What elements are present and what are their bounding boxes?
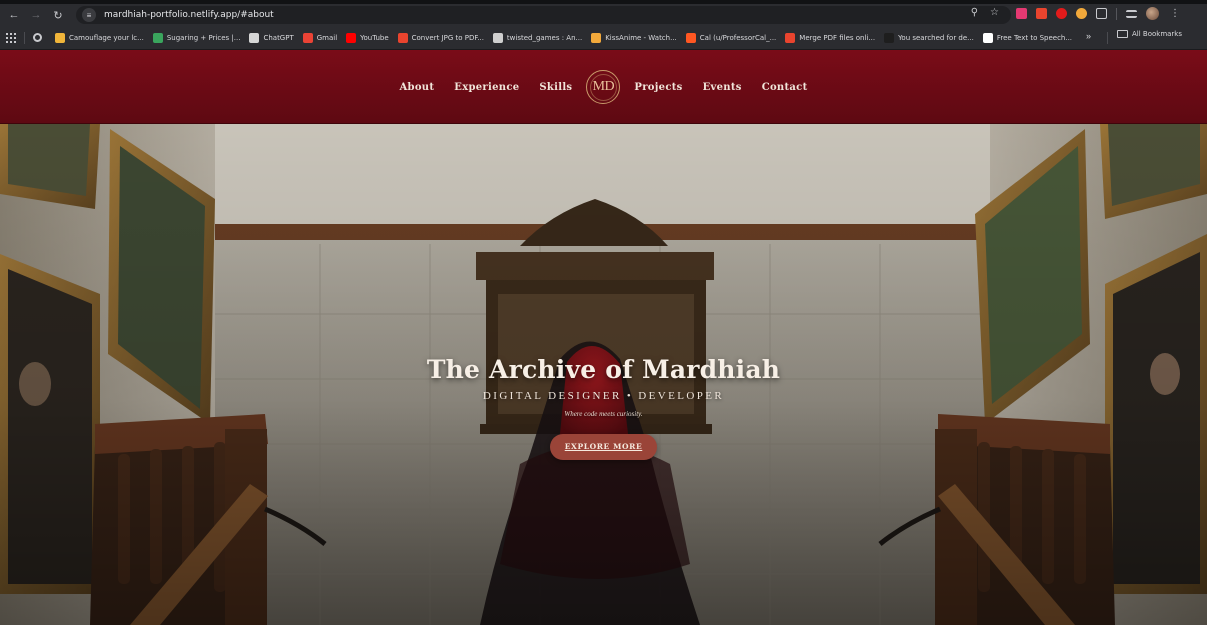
bookmark-favicon-icon: [302, 32, 313, 43]
bookmark-item[interactable]: Sugaring + Prices |...: [152, 32, 241, 43]
bookmark-favicon-icon: [884, 32, 895, 43]
zoom-icon[interactable]: ⚲: [971, 7, 978, 18]
bookmark-favicon-icon: [152, 32, 163, 43]
bookmarks-overflow-button[interactable]: »: [1086, 31, 1091, 41]
browser-toolbar: ← → ↻ ≡ mardhiah-portfolio.netlify.app/#…: [0, 4, 1207, 26]
bookmark-label: KissAnime - Watch...: [605, 33, 677, 42]
bookmark-favicon-icon: [492, 32, 503, 43]
url-text[interactable]: mardhiah-portfolio.netlify.app/#about: [104, 10, 274, 20]
forward-arrow-icon[interactable]: →: [28, 7, 44, 23]
extensions-puzzle-icon[interactable]: [1096, 8, 1107, 19]
logo-monogram: MD: [592, 79, 615, 94]
bookmark-label: Camouflage your lc...: [69, 33, 144, 42]
bookmark-item[interactable]: Cal (u/ProfessorCal_...: [685, 32, 777, 43]
reading-list-icon[interactable]: [1126, 9, 1137, 18]
bookmark-chrome-icon[interactable]: [33, 33, 46, 42]
bookmark-favicon-icon: [685, 32, 696, 43]
bookmark-favicon-icon: [55, 32, 65, 43]
reload-icon[interactable]: ↻: [50, 7, 66, 23]
apps-grid-icon[interactable]: [6, 32, 16, 43]
bookmarks-bar: Camouflage your lc... Sugaring + Prices |…: [0, 26, 1207, 50]
bookmark-favicon-icon: [785, 32, 796, 43]
extension-icon[interactable]: [1056, 8, 1067, 19]
site-info-icon[interactable]: ≡: [82, 8, 96, 22]
explore-more-button[interactable]: EXPLORE MORE: [550, 434, 657, 460]
hero-content: The Archive of Mardhiah DIGITAL DESIGNER…: [0, 355, 1207, 460]
nav-link-projects[interactable]: Projects: [634, 82, 682, 93]
bookmark-star-icon[interactable]: ☆: [990, 7, 999, 18]
site-logo[interactable]: MD: [586, 70, 621, 104]
bookmark-label: Sugaring + Prices |...: [166, 33, 241, 42]
address-bar[interactable]: ≡ mardhiah-portfolio.netlify.app/#about …: [76, 6, 1011, 24]
profile-avatar[interactable]: [1146, 7, 1159, 20]
bookmark-item[interactable]: ChatGPT: [249, 32, 294, 43]
bookmark-favicon-icon: [591, 32, 602, 43]
hero-title: The Archive of Mardhiah: [426, 355, 781, 384]
extension-icon[interactable]: [1076, 8, 1087, 19]
bookmarks-divider: [24, 31, 25, 44]
nav-link-contact[interactable]: Contact: [762, 82, 808, 93]
bookmarks-divider: [1107, 32, 1108, 44]
toolbar-divider: [1116, 7, 1117, 20]
menu-kebab-icon[interactable]: ⋮: [1170, 8, 1180, 19]
site-header: About Experience Skills MD Projects Even…: [0, 50, 1207, 124]
nav-link-about[interactable]: About: [399, 82, 434, 93]
bookmark-label: Convert JPG to PDF...: [411, 33, 484, 42]
bookmark-item[interactable]: twisted_games : An...: [492, 32, 583, 43]
site-nav: About Experience Skills MD Projects Even…: [0, 50, 1207, 124]
bookmark-item[interactable]: Free Text to Speech...: [982, 32, 1073, 43]
nav-link-skills[interactable]: Skills: [539, 82, 572, 93]
bookmark-favicon-icon: [982, 32, 993, 43]
bookmark-favicon-icon: [249, 32, 260, 43]
bookmark-favicon-icon: [346, 32, 357, 43]
bookmark-label: Merge PDF files onli...: [799, 33, 876, 42]
hero-tagline: Where code meets curiosity.: [564, 410, 643, 418]
folder-icon: [1117, 30, 1128, 38]
bookmark-label: YouTube: [360, 33, 389, 42]
bookmark-label: twisted_games : An...: [506, 33, 583, 42]
bookmark-label: ChatGPT: [263, 33, 294, 42]
bookmark-item[interactable]: Convert JPG to PDF...: [397, 32, 484, 43]
bookmark-label: You searched for de...: [898, 33, 974, 42]
all-bookmarks-label: All Bookmarks: [1132, 30, 1183, 38]
back-arrow-icon[interactable]: ←: [6, 7, 22, 23]
hero-section: The Archive of Mardhiah DIGITAL DESIGNER…: [0, 124, 1207, 625]
hero-subtitle: DIGITAL DESIGNER • DEVELOPER: [482, 390, 725, 402]
bookmark-item[interactable]: Gmail: [302, 32, 338, 43]
bookmark-item[interactable]: KissAnime - Watch...: [591, 32, 677, 43]
bookmark-label: Cal (u/ProfessorCal_...: [699, 33, 777, 42]
nav-link-events[interactable]: Events: [703, 82, 742, 93]
bookmark-label: Free Text to Speech...: [996, 33, 1073, 42]
extension-icon[interactable]: [1016, 8, 1027, 19]
nav-link-experience[interactable]: Experience: [454, 82, 519, 93]
bookmark-label: Gmail: [316, 33, 338, 42]
bookmark-item[interactable]: YouTube: [346, 32, 389, 43]
bookmark-favicon-icon: [397, 32, 408, 43]
bookmark-item[interactable]: Merge PDF files onli...: [785, 32, 876, 43]
all-bookmarks-button[interactable]: All Bookmarks: [1117, 30, 1182, 38]
bookmark-item[interactable]: Camouflage your lc...: [55, 32, 144, 43]
extension-icon[interactable]: [1036, 8, 1047, 19]
bookmark-item[interactable]: You searched for de...: [884, 32, 974, 43]
